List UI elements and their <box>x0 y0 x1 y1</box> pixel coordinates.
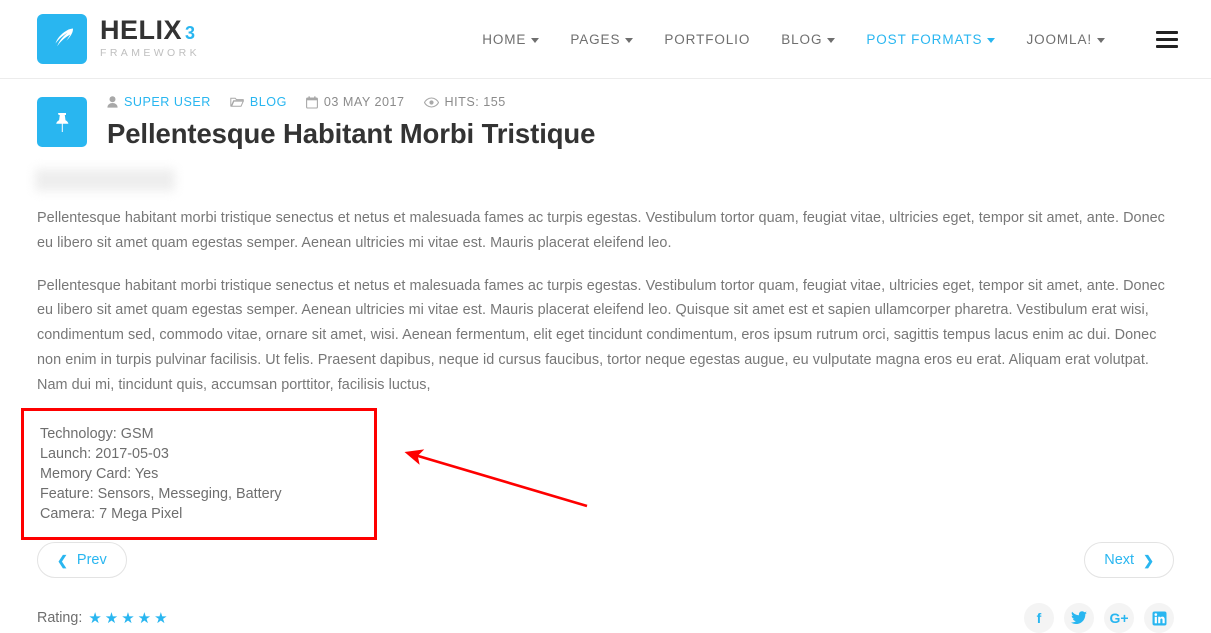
site-logo[interactable]: HELIX 3 FRAMEWORK <box>37 14 200 64</box>
chevron-down-icon <box>625 37 634 43</box>
rating-stars[interactable]: ★ ★ ★ ★ ★ <box>88 611 167 626</box>
nav-item-blog[interactable]: BLOG <box>781 31 836 47</box>
facebook-icon[interactable]: f <box>1024 603 1054 633</box>
meta-hits: HITS: 155 <box>423 95 506 109</box>
chevron-down-icon <box>827 37 836 43</box>
next-button[interactable]: Next ❯ <box>1084 542 1174 579</box>
hamburger-bar <box>1156 37 1178 41</box>
nav-item-portfolio[interactable]: PORTFOLIO <box>664 32 750 47</box>
pushpin-icon <box>37 97 87 147</box>
redacted-text-block <box>35 169 175 191</box>
meta-author-label[interactable]: SUPER USER <box>124 95 211 109</box>
spec-line-feature: Feature: Sensors, Messeging, Battery <box>40 486 282 503</box>
helix-swoosh-icon <box>37 14 87 64</box>
article-content: SUPER USER BLOG 03 MAY 2017 HITS: 155 Pe… <box>0 79 1211 633</box>
prev-button[interactable]: ❮ Prev <box>37 542 127 579</box>
facebook-glyph: f <box>1036 610 1042 627</box>
site-header: HELIX 3 FRAMEWORK HOME PAGES PORTFOLIO B… <box>0 0 1211 79</box>
nav-item-label: POST FORMATS <box>866 31 983 47</box>
twitter-icon[interactable] <box>1064 603 1094 633</box>
nav-item-label: PAGES <box>570 31 621 47</box>
hamburger-bar <box>1156 30 1178 34</box>
rating-star[interactable]: ★ <box>121 611 134 626</box>
meta-author[interactable]: SUPER USER <box>107 95 211 109</box>
annotation-arrow-icon <box>404 449 588 508</box>
spec-line-launch: Launch: 2017-05-03 <box>40 446 169 463</box>
next-button-label: Next <box>1104 552 1135 569</box>
meta-category-label[interactable]: BLOG <box>250 95 287 109</box>
chevron-down-icon <box>987 37 996 43</box>
google-plus-icon[interactable]: G+ <box>1104 603 1134 633</box>
article-heading-block: SUPER USER BLOG 03 MAY 2017 HITS: 155 Pe… <box>107 95 1174 150</box>
rating-star[interactable]: ★ <box>138 611 151 626</box>
folder-icon <box>230 96 244 108</box>
nav-item-pages[interactable]: PAGES <box>570 31 634 47</box>
chevron-left-icon: ❮ <box>57 552 68 568</box>
hamburger-icon[interactable] <box>1156 30 1178 48</box>
article-header: SUPER USER BLOG 03 MAY 2017 HITS: 155 Pe… <box>37 95 1174 150</box>
google-plus-glyph: G+ <box>1109 610 1129 627</box>
article-paragraph: Pellentesque habitant morbi tristique se… <box>37 277 1165 393</box>
logo-version: 3 <box>185 23 196 44</box>
logo-text: HELIX 3 FRAMEWORK <box>100 17 200 61</box>
chevron-down-icon <box>531 37 540 43</box>
chevron-down-icon <box>1097 37 1105 43</box>
highlighted-spec-box: Technology: GSM Launch: 2017-05-03 Memor… <box>21 408 377 541</box>
spec-line-memory-card: Memory Card: Yes <box>40 466 159 483</box>
hamburger-bar <box>1156 44 1178 48</box>
spec-line-camera: Camera: 7 Mega Pixel <box>40 506 183 523</box>
post-footer: Rating: ★ ★ ★ ★ ★ f G+ <box>37 603 1174 633</box>
calendar-icon <box>305 95 318 109</box>
page-title: Pellentesque Habitant Morbi Tristique <box>107 118 596 149</box>
nav-item-label: PORTFOLIO <box>664 31 751 47</box>
nav-item-label: HOME <box>482 31 527 47</box>
meta-date: 03 MAY 2017 <box>305 95 405 109</box>
meta-hits-label: HITS: 155 <box>444 95 506 109</box>
logo-subtitle: FRAMEWORK <box>100 47 201 60</box>
rating-star[interactable]: ★ <box>88 611 101 626</box>
user-icon <box>107 96 118 108</box>
rating-star[interactable]: ★ <box>105 611 118 626</box>
main-navigation: HOME PAGES PORTFOLIO BLOG POST FORMATS J… <box>482 30 1178 48</box>
article-paragraph: Pellentesque habitant morbi tristique se… <box>37 210 1165 251</box>
nav-item-home[interactable]: HOME <box>482 31 540 47</box>
logo-name: HELIX <box>100 15 183 46</box>
nav-item-joomla[interactable]: JOOMLA! <box>1026 32 1105 47</box>
nav-item-post-formats[interactable]: POST FORMATS <box>866 31 996 47</box>
meta-date-label: 03 MAY 2017 <box>323 95 405 109</box>
rating-star[interactable]: ★ <box>154 611 167 626</box>
meta-category[interactable]: BLOG <box>230 95 287 109</box>
linkedin-icon[interactable] <box>1144 603 1174 633</box>
post-pager: ❮ Prev Next ❯ <box>37 542 1174 579</box>
rating-widget: Rating: ★ ★ ★ ★ ★ <box>37 610 168 626</box>
rating-label: Rating: <box>37 610 83 627</box>
article-meta: SUPER USER BLOG 03 MAY 2017 HITS: 155 <box>107 95 1174 109</box>
nav-item-label: JOOMLA! <box>1026 31 1092 47</box>
social-share-bar: f G+ <box>1024 603 1174 633</box>
eye-icon <box>423 96 439 108</box>
nav-item-label: BLOG <box>781 31 823 47</box>
spec-line-technology: Technology: GSM <box>40 426 154 443</box>
prev-button-label: Prev <box>76 552 107 569</box>
chevron-right-icon: ❯ <box>1143 552 1154 568</box>
